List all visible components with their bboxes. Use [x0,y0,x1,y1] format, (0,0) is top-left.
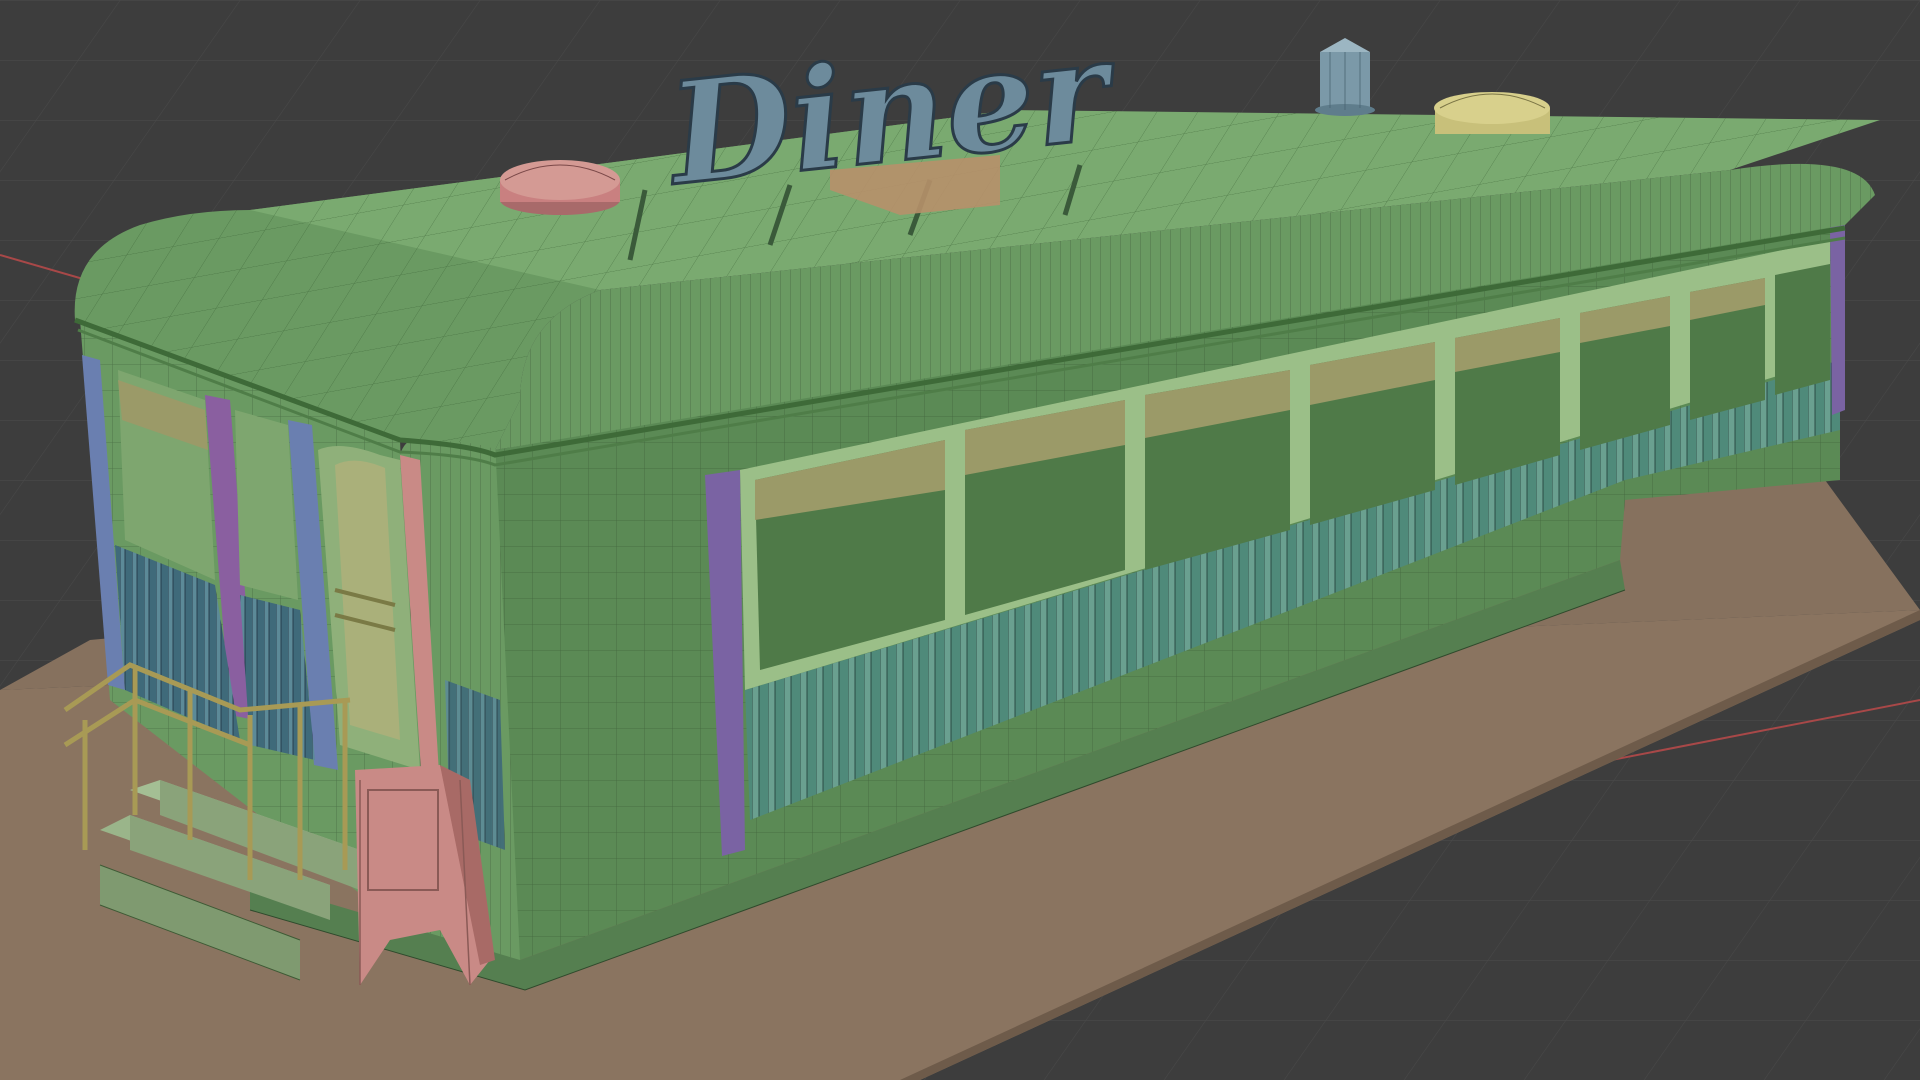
roof-vent-pink[interactable] [500,160,620,215]
viewport-canvas[interactable]: Diner [0,0,1920,1080]
roof-vent-yellow[interactable] [1434,92,1550,134]
3d-viewport[interactable]: Diner [0,0,1920,1080]
